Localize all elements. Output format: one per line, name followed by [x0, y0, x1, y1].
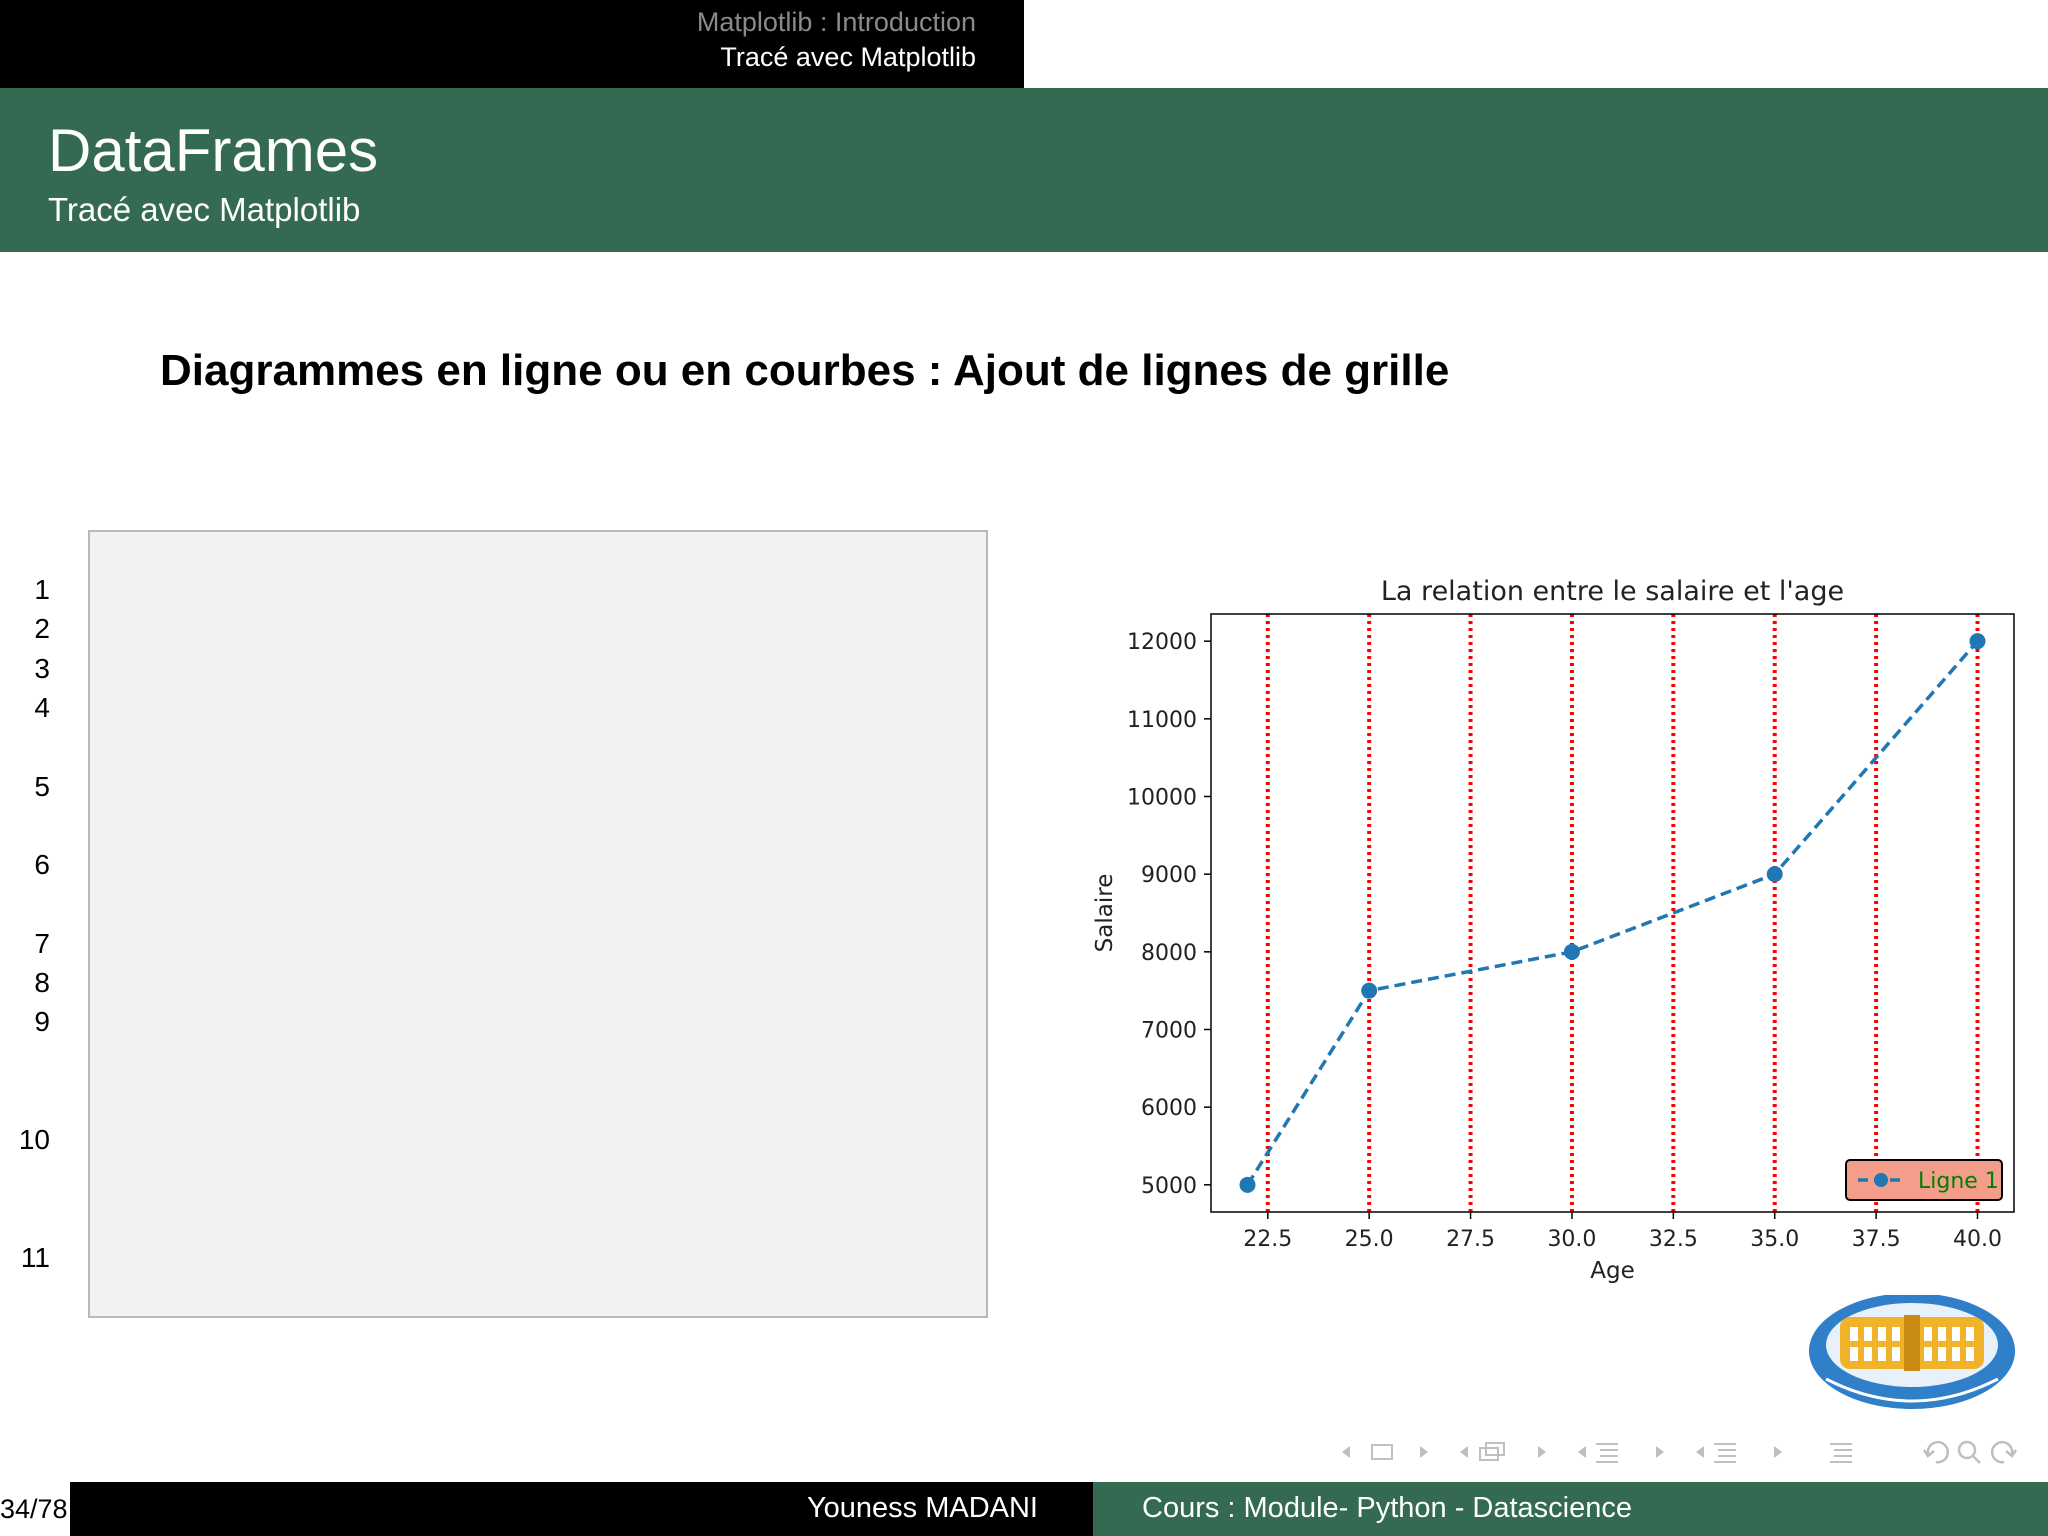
code-line-number: 2 — [34, 613, 50, 645]
footer-author: Youness MADANI — [806, 1492, 1038, 1524]
code-box — [88, 530, 988, 1318]
y-axis-label: Salaire — [1092, 874, 1118, 953]
x-axis-label: Age — [1590, 1258, 1634, 1284]
code-line-number: 5 — [34, 770, 50, 802]
x-tick-label: 32.5 — [1649, 1227, 1698, 1252]
university-logo — [1809, 1295, 2015, 1409]
chart-title: La relation entre le salaire et l'age — [1381, 576, 1844, 607]
line-chart: 22.5 25.0 27.5 30.0 32.5 35.0 37.5 40.0 5000 6000… — [1092, 576, 2015, 1284]
x-tick-label: 37.5 — [1852, 1227, 1901, 1252]
x-tick-label: 22.5 — [1243, 1227, 1292, 1252]
data-point — [1969, 633, 1986, 650]
code-line-number: 1 — [34, 574, 50, 605]
frame-title-band: DataFrames Tracé avec Matplotlib — [0, 88, 2048, 252]
x-tick-label: 40.0 — [1953, 1227, 2002, 1252]
legend-label: Ligne 1 — [1918, 1169, 1999, 1194]
nav-left-icon[interactable] — [1342, 1446, 1350, 1458]
code-line-number: 7 — [34, 927, 50, 959]
y-tick-label: 11000 — [1127, 708, 1197, 733]
frame-icon[interactable] — [1371, 1444, 1393, 1460]
frame-subtitle: Tracé avec Matplotlib — [48, 191, 361, 228]
slide-heading: Diagrammes en ligne ou en courbes : Ajou… — [160, 346, 1450, 395]
align-icon[interactable] — [1830, 1443, 1852, 1463]
x-tick-label: 30.0 — [1547, 1227, 1596, 1252]
y-tick-label: 9000 — [1141, 863, 1197, 888]
data-point — [1361, 982, 1378, 999]
subsection-icon[interactable] — [1596, 1443, 1618, 1463]
page-number: 34/78 — [0, 1494, 68, 1524]
y-tick-label: 10000 — [1127, 786, 1197, 811]
footer-course-box: Cours : Module- Python - Datascience — [1093, 1482, 2048, 1536]
header-section[interactable]: Matplotlib : Introduction — [697, 7, 976, 38]
section-icon[interactable] — [1479, 1442, 1505, 1461]
x-tick-label: 27.5 — [1446, 1227, 1495, 1252]
footer-course: Cours : Module- Python - Datascience — [1142, 1492, 1632, 1524]
data-point — [1766, 866, 1783, 883]
code-line-number: 6 — [34, 849, 50, 881]
code-line-number: 10 — [18, 1124, 50, 1156]
y-tick-label: 12000 — [1127, 630, 1197, 655]
code-line-number: 3 — [34, 652, 50, 684]
data-point — [1563, 943, 1580, 960]
x-tick-label: 35.0 — [1750, 1227, 1799, 1252]
code-line-number: 4 — [34, 691, 50, 723]
y-tick-label: 5000 — [1141, 1174, 1197, 1199]
frame-title: DataFrames — [48, 117, 379, 184]
code-line-number: 11 — [20, 1242, 50, 1274]
x-tick-label: 25.0 — [1345, 1227, 1394, 1252]
search-icon[interactable] — [1957, 1440, 1981, 1464]
y-tick-label: 7000 — [1141, 1018, 1197, 1043]
data-point — [1239, 1176, 1256, 1193]
footer-author-box: Youness MADANI — [70, 1482, 1093, 1536]
y-tick-label: 6000 — [1141, 1096, 1197, 1121]
nav-right-icon[interactable] — [1420, 1446, 1428, 1458]
legend-marker — [1874, 1173, 1888, 1187]
header-subsection[interactable]: Tracé avec Matplotlib — [720, 42, 976, 73]
header-bar: Matplotlib : Introduction Tracé avec Mat… — [0, 0, 1024, 88]
beamer-navigation — [1342, 1440, 2018, 1464]
plot-area — [1211, 614, 2014, 1212]
y-tick-label: 8000 — [1141, 941, 1197, 966]
footer-page-box: 34/78 — [0, 1482, 70, 1536]
code-line-number: 8 — [34, 967, 50, 998]
code-line-number: 9 — [34, 1006, 50, 1038]
